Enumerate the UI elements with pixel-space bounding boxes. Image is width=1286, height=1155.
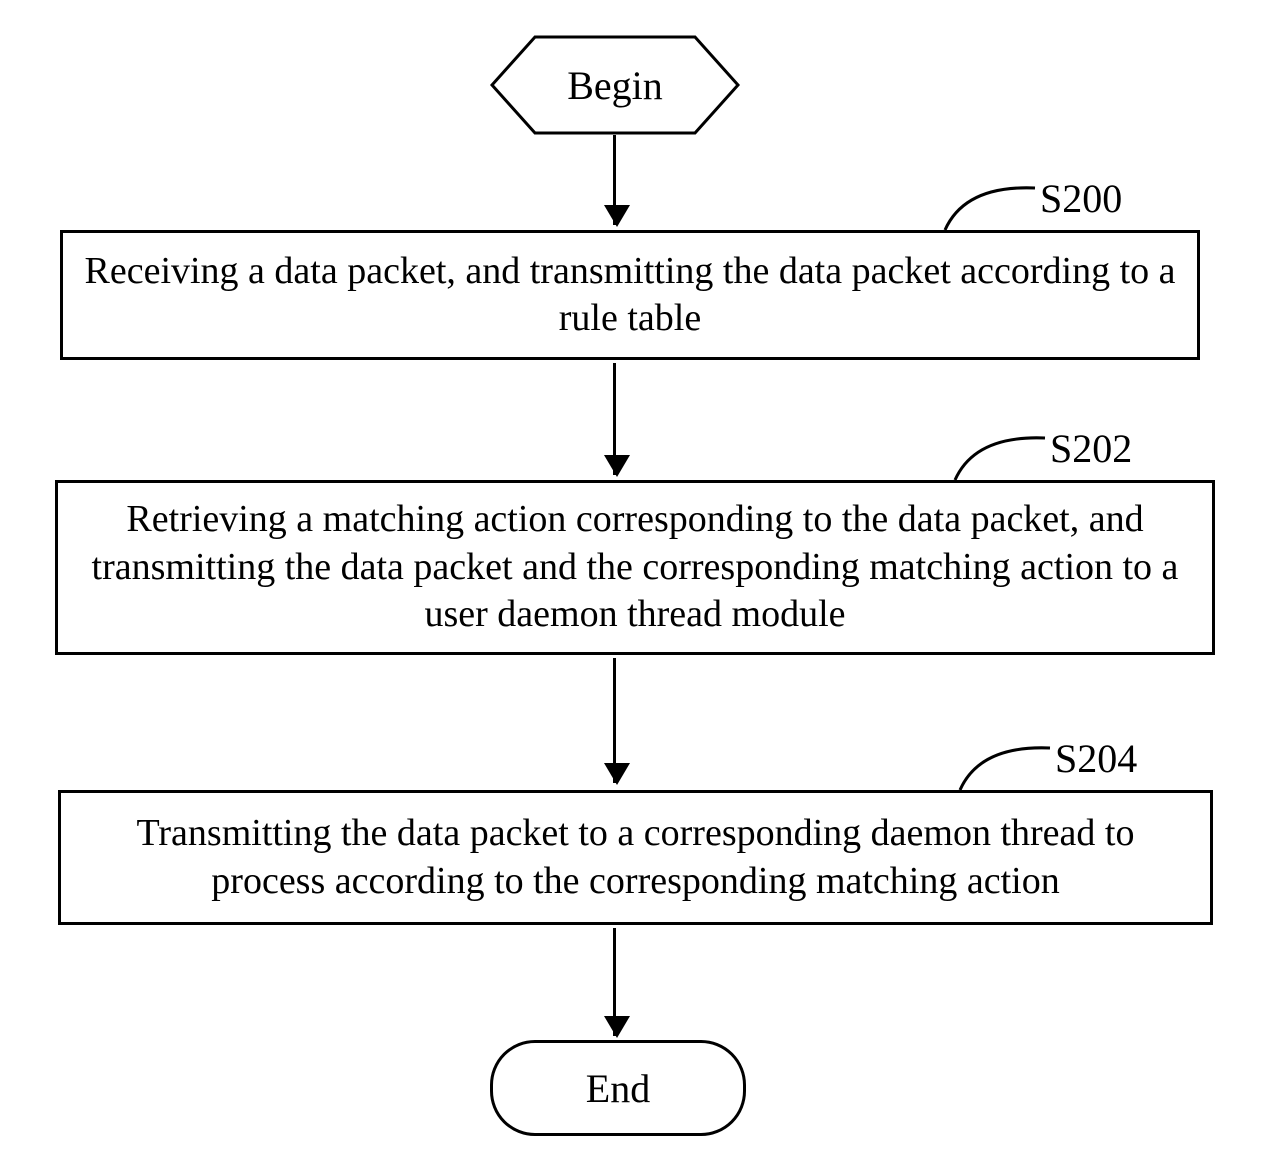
- flowchart: Begin S200 S202 S204 Receiving a data pa…: [0, 0, 1286, 1155]
- end-terminator: End: [490, 1040, 746, 1136]
- arrow-s204-to-end: [613, 928, 616, 1036]
- process-s200-text: Receiving a data packet, and transmittin…: [83, 248, 1177, 343]
- step-id-s200: S200: [1040, 175, 1122, 222]
- process-s202: Retrieving a matching action correspondi…: [55, 480, 1215, 655]
- label-connector-s204: [955, 740, 1055, 795]
- step-id-s202: S202: [1050, 425, 1132, 472]
- arrow-s202-to-s204: [613, 658, 616, 783]
- process-s204: Transmitting the data packet to a corres…: [58, 790, 1213, 925]
- arrow-begin-to-s200: [613, 135, 616, 225]
- process-s202-text: Retrieving a matching action correspondi…: [78, 496, 1192, 639]
- label-connector-s200: [940, 180, 1040, 235]
- arrow-s200-to-s202: [613, 363, 616, 475]
- process-s200: Receiving a data packet, and transmittin…: [60, 230, 1200, 360]
- process-s204-text: Transmitting the data packet to a corres…: [81, 810, 1190, 905]
- step-id-s204: S204: [1055, 735, 1137, 782]
- label-connector-s202: [950, 430, 1050, 485]
- begin-terminator: Begin: [490, 35, 740, 135]
- begin-label: Begin: [490, 35, 740, 135]
- end-label: End: [586, 1065, 650, 1112]
